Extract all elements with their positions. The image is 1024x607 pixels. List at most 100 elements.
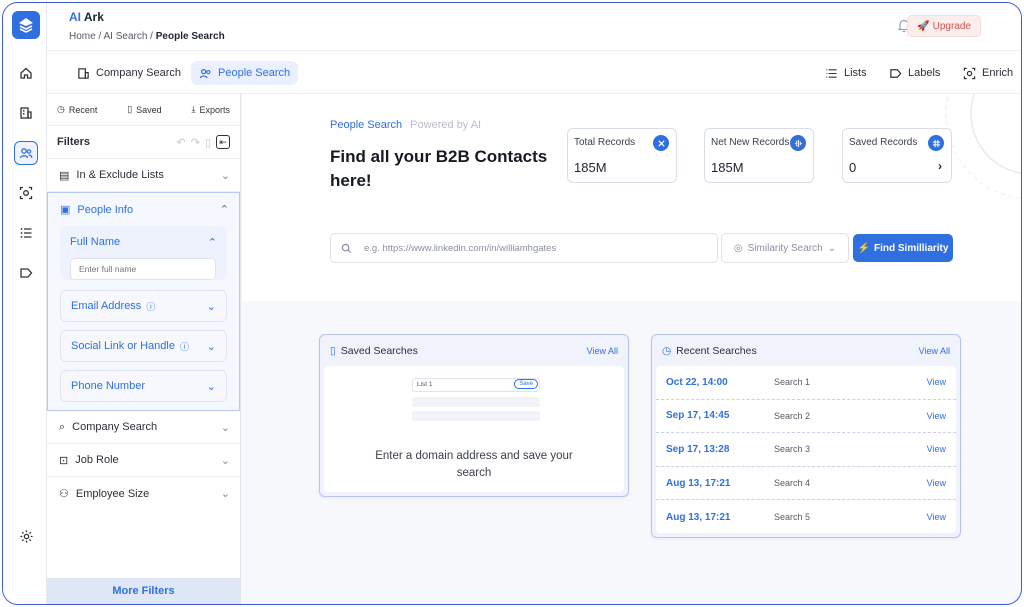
- chevron-up-icon: ⌃: [207, 236, 217, 249]
- chevron-down-icon: ⌄: [206, 380, 216, 393]
- collapse-panel-icon[interactable]: ⇤: [216, 135, 230, 149]
- saved-searches-empty: List 1 Save Enter a domain address and s…: [324, 366, 624, 492]
- saved-illustration: List 1 Save: [412, 378, 540, 428]
- people-info-section: ▣People Info ⌃ Full Name ⌃ Email Address…: [47, 192, 240, 411]
- undo-icon[interactable]: ↶: [177, 136, 186, 149]
- filter-phone-number[interactable]: Phone Number ⌄: [60, 370, 227, 402]
- group-icon: ⚇: [59, 488, 69, 500]
- tab-saved[interactable]: ▯ Saved: [127, 104, 161, 115]
- find-similarity-button[interactable]: ⚡ Find Similliarity: [853, 234, 953, 262]
- waveform-icon: [790, 135, 806, 151]
- app-logo-icon[interactable]: [12, 11, 40, 39]
- recent-searches-card: ◷ Recent Searches View All Oct 22, 14:00 …: [651, 334, 961, 538]
- breadcrumb-current: People Search: [155, 31, 225, 42]
- filter-tabs: ◷ Recent ▯ Saved ⤓ Exports: [47, 94, 240, 126]
- view-link[interactable]: View: [927, 512, 946, 522]
- top-header: AI Ark Home / AI Search / People Search …: [47, 3, 1021, 51]
- list-item: Oct 22, 14:00 Search 1 View: [656, 366, 956, 400]
- list-item: Aug 13, 17:21 Search 5 View: [666, 511, 946, 523]
- tab-exports[interactable]: ⤓ Exports: [192, 104, 231, 115]
- scan-icon: [963, 67, 976, 79]
- page-title: People Search Powered by AI: [330, 119, 482, 131]
- label-icon[interactable]: [14, 261, 38, 285]
- people-icon[interactable]: [14, 141, 38, 165]
- full-name-card: Full Name ⌃: [60, 226, 227, 280]
- breadcrumb-home[interactable]: Home: [69, 31, 96, 42]
- filter-email-address[interactable]: Email Address ⓘ ⌄: [60, 290, 227, 322]
- breadcrumb-ai-search[interactable]: AI Search: [103, 31, 147, 42]
- view-link[interactable]: View: [927, 444, 946, 454]
- filter-company-search[interactable]: ⌕ Company Search ⌄: [47, 411, 240, 444]
- chevron-down-icon: ⌄: [206, 340, 216, 353]
- brand-name: AI Ark: [69, 10, 104, 24]
- chevron-down-icon: ⌄: [220, 421, 230, 434]
- saved-searches-title: Saved Searches: [340, 344, 418, 357]
- lists-button[interactable]: Lists: [817, 61, 875, 85]
- linkedin-search-input[interactable]: e.g. https://www.linkedin.com/in/william…: [330, 233, 718, 263]
- chevron-right-icon: ›: [938, 159, 942, 173]
- spark-icon: ⚡: [857, 242, 870, 254]
- view-link[interactable]: View: [927, 478, 946, 488]
- view-link[interactable]: View: [927, 411, 946, 421]
- illustration-save-label: Save: [514, 379, 538, 389]
- scan-icon[interactable]: [14, 181, 38, 205]
- full-name-toggle[interactable]: Full Name ⌃: [60, 226, 227, 258]
- recent-searches-title: Recent Searches: [676, 344, 757, 357]
- people-icon: [199, 68, 211, 78]
- download-icon: ⤓: [191, 104, 196, 114]
- chevron-down-icon: ⌄: [220, 169, 230, 182]
- more-filters-button[interactable]: More Filters: [47, 578, 240, 604]
- label-icon: [890, 68, 902, 78]
- full-name-input[interactable]: [70, 258, 216, 280]
- network-icon: [653, 135, 669, 151]
- filter-employee-size[interactable]: ⚇ Employee Size ⌄: [47, 477, 240, 510]
- list-item: Sep 17, 13:28 Search 3 View: [656, 433, 956, 467]
- tab-company-search[interactable]: Company Search: [69, 61, 189, 85]
- chevron-down-icon: ⌄: [206, 300, 216, 313]
- filter-job-role[interactable]: ⊡ Job Role ⌄: [47, 444, 240, 477]
- filter-people-info[interactable]: ▣ People Info ⌃: [48, 193, 239, 226]
- stat-saved-records[interactable]: Saved Records 0 ›: [842, 128, 952, 183]
- building-icon: [78, 67, 89, 79]
- labels-button[interactable]: Labels: [881, 61, 948, 85]
- similarity-search-select[interactable]: ◎ Similarity Search ⌄: [721, 233, 849, 263]
- rocket-icon: 🚀: [917, 20, 930, 32]
- filter-include-exclude[interactable]: ▤ In & Exclude Lists ⌄: [47, 159, 240, 192]
- left-rail: [3, 3, 47, 604]
- upgrade-button[interactable]: 🚀 Upgrade: [907, 15, 981, 37]
- chevron-down-icon: ⌄: [220, 454, 230, 467]
- filter-social-link[interactable]: Social Link or Handle ⓘ ⌄: [60, 330, 227, 362]
- company-icon[interactable]: [14, 101, 38, 125]
- saved-empty-text: Enter a domain address and save your sea…: [375, 450, 573, 479]
- settings-gear-icon[interactable]: [14, 524, 38, 548]
- hero-headline: Find all your B2B Contacts here!: [330, 147, 548, 190]
- grid-icon: [928, 135, 944, 151]
- list-icon[interactable]: [14, 221, 38, 245]
- chevron-down-icon: ⌄: [827, 242, 837, 254]
- saved-view-all-link[interactable]: View All: [587, 346, 618, 356]
- recent-searches-list: Oct 22, 14:00 Search 1 View Sep 17, 14:4…: [656, 366, 956, 533]
- list-item: Aug 13, 17:21 Search 4 View: [656, 467, 956, 501]
- lock-icon: ⊡: [59, 454, 69, 467]
- tab-people-search[interactable]: People Search: [191, 61, 299, 85]
- filters-header: Filters ↶ ↷ ▯ ⇤: [47, 126, 240, 159]
- sub-navigation: Company Search People Search Lists Label…: [47, 51, 1021, 94]
- chevron-down-icon: ⌄: [220, 488, 230, 500]
- home-icon[interactable]: [14, 61, 38, 85]
- list-icon: [826, 68, 837, 78]
- bookmark-icon: ▯: [127, 104, 133, 114]
- table-icon: ▤: [59, 169, 70, 182]
- app-window: AI Ark Home / AI Search / People Search …: [2, 2, 1022, 605]
- save-filter-icon[interactable]: ▯: [205, 136, 211, 149]
- tab-recent[interactable]: ◷ Recent: [57, 104, 97, 115]
- clock-icon: ◷: [57, 104, 65, 114]
- enrich-button[interactable]: Enrich: [955, 61, 1021, 85]
- search-icon: [341, 243, 352, 253]
- chevron-up-icon: ⌃: [219, 204, 229, 216]
- redo-icon[interactable]: ↷: [191, 136, 200, 149]
- recent-view-all-link[interactable]: View All: [919, 346, 950, 356]
- search-icon: ⌕: [59, 420, 66, 433]
- filters-title: Filters: [57, 136, 91, 148]
- info-icon: ⓘ: [179, 341, 189, 352]
- view-link[interactable]: View: [927, 377, 946, 387]
